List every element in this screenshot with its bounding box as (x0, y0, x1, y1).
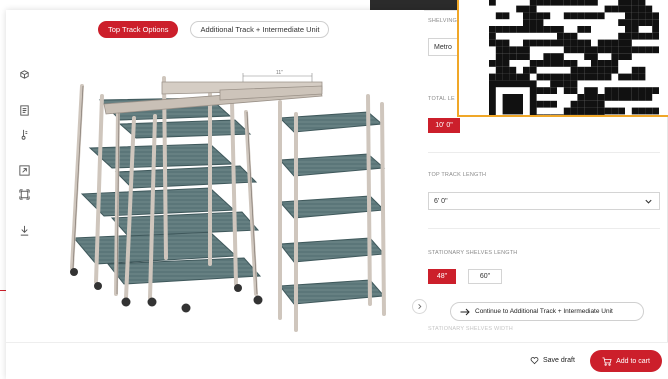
ar-icon[interactable] (16, 66, 32, 82)
top-track-length-label: TOP TRACK LENGTH (428, 172, 487, 178)
thermometer-icon[interactable] (16, 126, 32, 142)
viewer-tabs: Top Track Options Additional Track + Int… (98, 21, 330, 38)
left-mobile-units (70, 76, 323, 313)
shelving-label: SHELVING (428, 18, 458, 24)
continue-label: Continue to Additional Track + Intermedi… (475, 308, 613, 315)
cart-icon (602, 356, 612, 366)
chevron-down-icon (645, 199, 652, 204)
tab-additional-track[interactable]: Additional Track + Intermediate Unit (190, 21, 330, 38)
top-track-length-value: 6' 0" (434, 197, 448, 205)
qr-code-icon (489, 0, 659, 115)
expand-icon[interactable] (16, 162, 32, 178)
heart-icon (530, 356, 539, 364)
total-length-option[interactable]: 10' 0" (428, 118, 460, 133)
save-draft-button[interactable]: Save draft (530, 352, 575, 368)
add-to-cart-label: Add to cart (616, 357, 650, 365)
tab-top-track-options[interactable]: Top Track Options (98, 21, 179, 38)
download-icon[interactable] (16, 222, 32, 238)
viewer-toolbar (16, 66, 32, 238)
add-to-cart-button[interactable]: Add to cart (590, 350, 662, 372)
stationary-shelves-width-label: STATIONARY SHELVES WIDTH (428, 326, 513, 332)
divider (428, 152, 660, 153)
qr-code-overlay (457, 0, 668, 117)
app-root: Top Track Options Additional Track + Int… (0, 0, 668, 379)
svg-text:11": 11" (276, 70, 283, 76)
total-length-label: TOTAL LE (428, 96, 455, 102)
viewer-next-button[interactable] (412, 299, 427, 314)
stationary-length-option-48[interactable]: 48" (428, 269, 456, 284)
stationary-shelves-length-label: STATIONARY SHELVES LENGTH (428, 250, 518, 256)
stationary-length-option-60[interactable]: 60" (468, 269, 502, 284)
dimensions-icon[interactable] (16, 186, 32, 202)
document-icon[interactable] (16, 102, 32, 118)
top-track-length-select[interactable]: 6' 0" (428, 192, 660, 210)
save-draft-label: Save draft (543, 356, 575, 364)
divider (428, 228, 660, 229)
arrow-right-icon (460, 308, 470, 316)
shelving-rack-render[interactable]: 11" (60, 68, 390, 338)
continue-button[interactable]: Continue to Additional Track + Intermedi… (450, 302, 644, 321)
dimension-line: 11" (242, 70, 313, 82)
